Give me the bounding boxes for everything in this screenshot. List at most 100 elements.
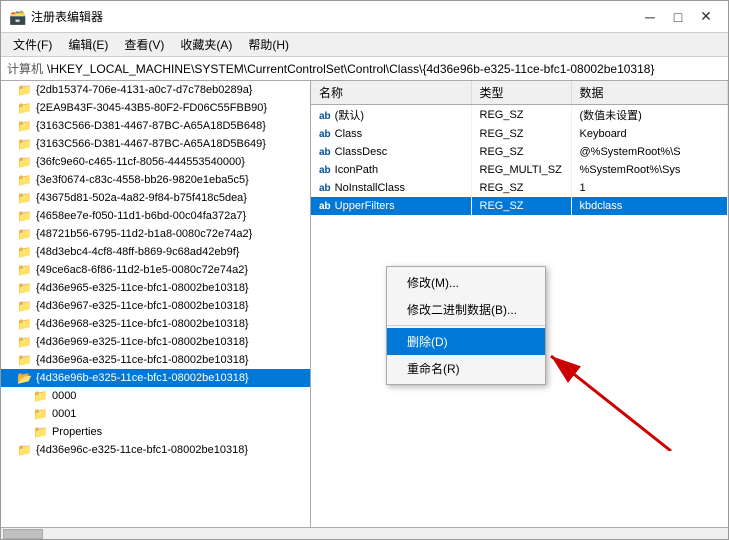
col-type[interactable]: 类型 [471,81,571,105]
folder-open-icon: 📂 [17,371,32,385]
reg-value-icon: ab [319,183,331,194]
folder-icon: 📁 [17,353,32,367]
folder-icon: 📁 [17,191,32,205]
folder-icon: 📁 [17,263,32,277]
reg-data: %SystemRoot%\Sys [571,161,728,179]
context-menu: 修改(M)... 修改二进制数据(B)... 删除(D) 重命名(R) [386,266,546,385]
minimize-button[interactable]: ─ [636,6,664,28]
tree-item-child[interactable]: 📁0001 [1,405,310,423]
folder-icon: 📁 [17,209,32,223]
folder-icon: 📁 [17,101,32,115]
folder-icon: 📁 [17,173,32,187]
tree-item-properties[interactable]: 📁Properties [1,423,310,441]
table-row[interactable]: ab(默认) REG_SZ (数值未设置) [311,105,728,126]
reg-data: kbdclass [571,197,728,215]
col-data[interactable]: 数据 [571,81,728,105]
scrollbar-thumb[interactable] [3,529,43,539]
registry-values-panel: 名称 类型 数据 ab(默认) REG_SZ (数值未设置) abClass [311,81,728,527]
tree-item-child[interactable]: 📁0000 [1,387,310,405]
menu-bar: 文件(F) 编辑(E) 查看(V) 收藏夹(A) 帮助(H) [1,33,728,57]
title-bar-left: 🗃️ 注册表编辑器 [9,8,103,25]
folder-icon: 📁 [33,425,48,439]
address-path: \HKEY_LOCAL_MACHINE\SYSTEM\CurrentContro… [47,62,654,76]
tree-item[interactable]: 📁{4d36e965-e325-11ce-bfc1-08002be10318} [1,279,310,297]
folder-icon: 📁 [17,137,32,151]
title-controls: ─ □ ✕ [636,6,720,28]
reg-data: (数值未设置) [571,105,728,126]
reg-name: ab(默认) [311,105,471,126]
reg-data: @%SystemRoot%\S [571,143,728,161]
reg-name: abUpperFilters [311,197,471,215]
folder-icon: 📁 [33,389,48,403]
table-row[interactable]: abClass REG_SZ Keyboard [311,125,728,143]
reg-type: REG_SZ [471,179,571,197]
address-bar: 计算机 \HKEY_LOCAL_MACHINE\SYSTEM\CurrentCo… [1,57,728,81]
col-name[interactable]: 名称 [311,81,471,105]
tree-item[interactable]: 📁{49ce6ac8-6f86-11d2-b1e5-0080c72e74a2} [1,261,310,279]
tree-item-selected[interactable]: 📂{4d36e96b-e325-11ce-bfc1-08002be10318} [1,369,310,387]
folder-icon: 📁 [17,443,32,457]
menu-file[interactable]: 文件(F) [5,34,60,55]
reg-value-icon: ab [319,201,331,212]
title-bar: 🗃️ 注册表编辑器 ─ □ ✕ [1,1,728,33]
tree-item[interactable]: 📁{3163C566-D381-4467-87BC-A65A18D5B648} [1,117,310,135]
tree-item[interactable]: 📁{2EA9B43F-3045-43B5-80F2-FD06C55FBB90} [1,99,310,117]
tree-item[interactable]: 📁{4d36e96c-e325-11ce-bfc1-08002be10318} [1,441,310,459]
registry-tree[interactable]: 📁{2db15374-706e-4131-a0c7-d7c78eb0289a} … [1,81,311,527]
menu-view[interactable]: 查看(V) [116,34,172,55]
folder-icon: 📁 [17,245,32,259]
tree-item[interactable]: 📁{4d36e967-e325-11ce-bfc1-08002be10318} [1,297,310,315]
address-label: 计算机 [7,60,43,77]
tree-item[interactable]: 📁{43675d81-502a-4a82-9f84-b75f418c5dea} [1,189,310,207]
reg-type: REG_MULTI_SZ [471,161,571,179]
reg-value-icon: ab [319,147,331,158]
tree-item[interactable]: 📁{3163C566-D381-4467-87BC-A65A18D5B649} [1,135,310,153]
tree-item[interactable]: 📁{4658ee7e-f050-11d1-b6bd-00c04fa372a7} [1,207,310,225]
reg-data: Keyboard [571,125,728,143]
context-menu-delete[interactable]: 删除(D) [387,328,545,355]
tree-item[interactable]: 📁{2db15374-706e-4131-a0c7-d7c78eb0289a} [1,81,310,99]
maximize-button[interactable]: □ [664,6,692,28]
tree-item[interactable]: 📁{3e3f0674-c83c-4558-bb26-9820e1eba5c5} [1,171,310,189]
context-menu-modify[interactable]: 修改(M)... [387,269,545,296]
content-area: 📁{2db15374-706e-4131-a0c7-d7c78eb0289a} … [1,81,728,527]
menu-favorites[interactable]: 收藏夹(A) [172,34,240,55]
folder-icon: 📁 [17,299,32,313]
context-menu-modify-bin[interactable]: 修改二进制数据(B)... [387,296,545,323]
folder-icon: 📁 [17,281,32,295]
close-button[interactable]: ✕ [692,6,720,28]
tree-item[interactable]: 📁{4d36e969-e325-11ce-bfc1-08002be10318} [1,333,310,351]
reg-name: abClass [311,125,471,143]
window-title: 注册表编辑器 [31,8,103,25]
reg-value-icon: ab [319,129,331,140]
context-menu-rename[interactable]: 重命名(R) [387,355,545,382]
folder-icon: 📁 [17,155,32,169]
table-row[interactable]: abClassDesc REG_SZ @%SystemRoot%\S [311,143,728,161]
reg-type: REG_SZ [471,143,571,161]
tree-item[interactable]: 📁{48721b56-6795-11d2-b1a8-0080c72e74a2} [1,225,310,243]
horizontal-scrollbar[interactable] [1,527,728,539]
table-row[interactable]: abIconPath REG_MULTI_SZ %SystemRoot%\Sys [311,161,728,179]
reg-name: abIconPath [311,161,471,179]
main-window: 🗃️ 注册表编辑器 ─ □ ✕ 文件(F) 编辑(E) 查看(V) 收藏夹(A)… [0,0,729,540]
reg-value-icon: ab [319,165,331,176]
tree-item[interactable]: 📁{4d36e968-e325-11ce-bfc1-08002be10318} [1,315,310,333]
folder-icon: 📁 [17,317,32,331]
table-row[interactable]: abNoInstallClass REG_SZ 1 [311,179,728,197]
app-icon: 🗃️ [9,9,25,25]
tree-item[interactable]: 📁{4d36e96a-e325-11ce-bfc1-08002be10318} [1,351,310,369]
menu-edit[interactable]: 编辑(E) [60,34,116,55]
registry-table: 名称 类型 数据 ab(默认) REG_SZ (数值未设置) abClass [311,81,728,215]
reg-type: REG_SZ [471,125,571,143]
tree-item[interactable]: 📁{48d3ebc4-4cf8-48ff-b869-9c68ad42eb9f} [1,243,310,261]
folder-icon: 📁 [17,227,32,241]
folder-icon: 📁 [17,119,32,133]
reg-type: REG_SZ [471,197,571,215]
menu-help[interactable]: 帮助(H) [240,34,297,55]
tree-item[interactable]: 📁{36fc9e60-c465-11cf-8056-444553540000} [1,153,310,171]
reg-data: 1 [571,179,728,197]
reg-type: REG_SZ [471,105,571,126]
table-row-selected[interactable]: abUpperFilters REG_SZ kbdclass [311,197,728,215]
context-menu-separator [387,325,545,326]
folder-icon: 📁 [33,407,48,421]
